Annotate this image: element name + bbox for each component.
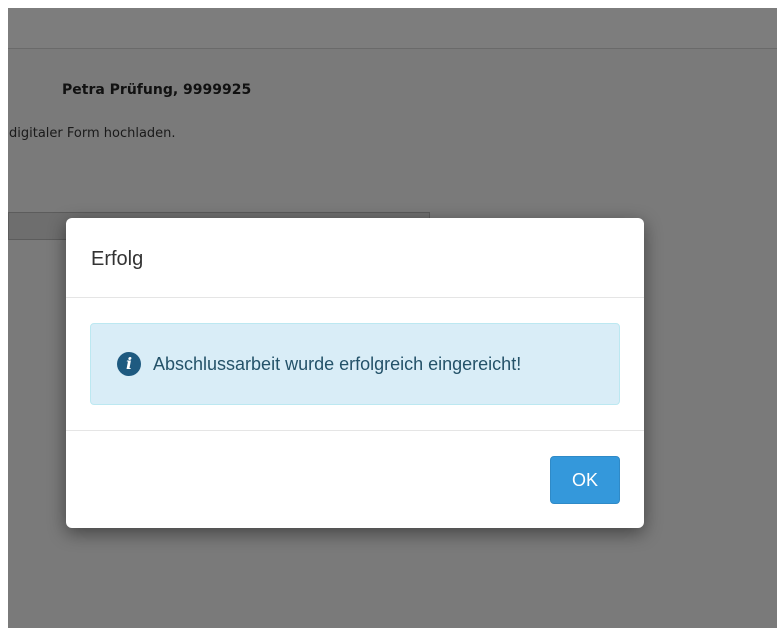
page-edge [0,0,8,628]
dialog-body: i Abschlussarbeit wurde erfolgreich eing… [66,299,644,431]
info-alert: i Abschlussarbeit wurde erfolgreich eing… [90,323,620,405]
upload-hint-text: digitaler Form hochladen. [9,126,176,141]
alert-message: Abschlussarbeit wurde erfolgreich einger… [153,354,522,374]
ok-button[interactable]: OK [550,456,620,504]
student-name-label: Petra Prüfung, 9999925 [62,82,252,98]
dialog-header: Erfolg [66,218,644,298]
app-header-bar [8,8,777,49]
page: Petra Prüfung, 9999925 digitaler Form ho… [0,0,777,628]
success-dialog: Erfolg i Abschlussarbeit wurde erfolgrei… [66,218,644,528]
info-icon: i [117,352,141,376]
dialog-title: Erfolg [91,248,144,270]
